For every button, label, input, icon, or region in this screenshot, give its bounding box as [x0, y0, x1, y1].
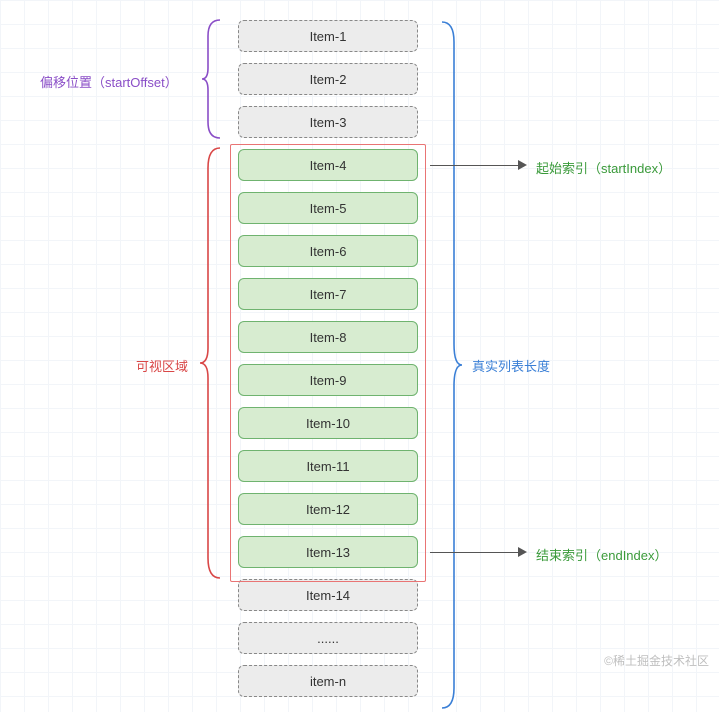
arrow-head-icon [518, 160, 527, 170]
list-item: Item-9 [238, 364, 418, 396]
list-item: Item-2 [238, 63, 418, 95]
label-end-index: 结束索引（endIndex） [536, 545, 668, 564]
label-offset: 偏移位置（startOffset） [40, 72, 178, 91]
list-item: Item-8 [238, 321, 418, 353]
label-full-length: 真实列表长度 [472, 356, 550, 375]
brace-viewport [198, 144, 222, 582]
list-item: Item-7 [238, 278, 418, 310]
label-start-index: 起始索引（startIndex） [536, 158, 671, 177]
list-item: Item-10 [238, 407, 418, 439]
label-viewport: 可视区域 [136, 356, 188, 375]
list-item: Item-1 [238, 20, 418, 52]
brace-full-length [440, 18, 464, 712]
list-item: Item-5 [238, 192, 418, 224]
brace-offset [200, 18, 222, 140]
list-item: ...... [238, 622, 418, 654]
arrow-start-index [430, 165, 520, 166]
watermark: ©稀土掘金技术社区 [604, 652, 709, 669]
list-item: Item-3 [238, 106, 418, 138]
arrow-end-index [430, 552, 520, 553]
list-item: Item-11 [238, 450, 418, 482]
list-item: Item-4 [238, 149, 418, 181]
list-item: Item-12 [238, 493, 418, 525]
list-item: Item-13 [238, 536, 418, 568]
list-item: Item-14 [238, 579, 418, 611]
list-item: Item-6 [238, 235, 418, 267]
arrow-head-icon [518, 547, 527, 557]
items-column: Item-1 Item-2 Item-3 Item-4 Item-5 Item-… [238, 20, 418, 708]
list-item: item-n [238, 665, 418, 697]
